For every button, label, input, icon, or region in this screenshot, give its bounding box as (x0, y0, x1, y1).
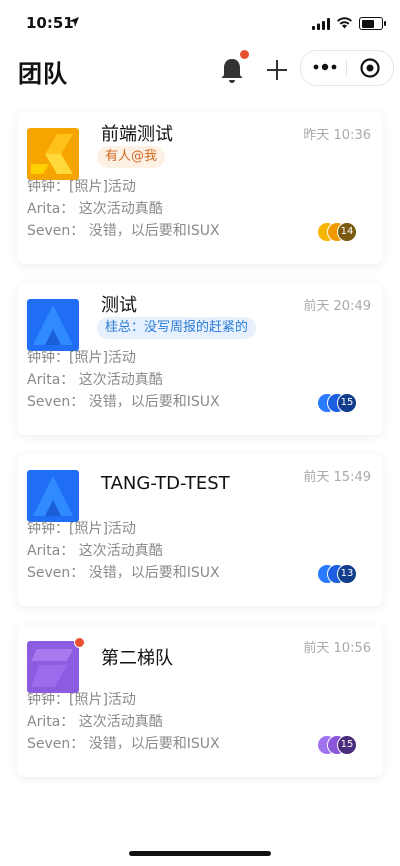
team-logo-graphic (27, 299, 79, 351)
message-line: Arita： 这次活动真酷 (27, 714, 163, 730)
team-logo-graphic (27, 128, 79, 180)
wifi-icon (337, 17, 352, 29)
message-line: Seven： 没错，以后要和ISUX (27, 223, 220, 239)
message-line: Arita： 这次活动真酷 (27, 372, 163, 388)
battery-icon (359, 17, 386, 30)
team-card[interactable]: 前端测试 昨天 10:36 有人@我 钟钟：[照片]活动 Arita： 这次活动… (17, 112, 383, 264)
more-icon[interactable] (313, 61, 337, 73)
member-avatars: 14 (317, 222, 361, 242)
close-target-icon[interactable] (359, 57, 381, 79)
team-card[interactable]: 测试 前天 20:49 桂总：没写周报的赶紧的 钟钟：[照片]活动 Arita：… (17, 283, 383, 435)
member-count-badge: 15 (337, 735, 357, 755)
member-avatars: 15 (317, 735, 361, 755)
team-name: 测试 (101, 295, 137, 316)
team-logo (27, 299, 79, 351)
message-line: 钟钟：[照片]活动 (27, 350, 136, 366)
member-avatars: 15 (317, 393, 361, 413)
team-card[interactable]: 第二梯队 前天 10:56 钟钟：[照片]活动 Arita： 这次活动真酷 Se… (17, 625, 383, 777)
bell-icon[interactable] (219, 56, 245, 84)
add-icon[interactable] (265, 58, 289, 82)
mention-badge: 桂总：没写周报的赶紧的 (97, 317, 257, 339)
status-time: 10:51 (26, 14, 74, 32)
team-time: 前天 20:49 (303, 299, 371, 314)
message-line: Seven： 没错，以后要和ISUX (27, 394, 220, 410)
notification-dot (240, 50, 249, 59)
member-count-badge: 14 (337, 222, 357, 242)
message-line: Seven： 没错，以后要和ISUX (27, 565, 220, 581)
home-indicator[interactable] (129, 851, 271, 856)
mini-program-capsule (300, 50, 394, 86)
message-line: Seven： 没错，以后要和ISUX (27, 736, 220, 752)
signal-icon (312, 18, 330, 30)
unread-dot (74, 637, 85, 648)
page-title: 团队 (18, 60, 68, 88)
status-bar: 10:51 (0, 0, 400, 46)
team-name: TANG-TD-TEST (101, 473, 230, 494)
app-header: 团队 (0, 46, 400, 96)
message-line: 钟钟：[照片]活动 (27, 692, 136, 708)
team-card[interactable]: TANG-TD-TEST 前天 15:49 钟钟：[照片]活动 Arita： 这… (17, 454, 383, 606)
message-line: Arita： 这次活动真酷 (27, 201, 163, 217)
team-time: 前天 15:49 (303, 470, 371, 485)
team-logo (27, 641, 79, 693)
team-name: 前端测试 (101, 124, 173, 145)
team-logo (27, 128, 79, 180)
member-count-badge: 15 (337, 393, 357, 413)
team-logo-graphic (27, 641, 79, 693)
mention-badge: 有人@我 (97, 146, 166, 168)
team-logo-graphic (27, 470, 79, 522)
team-name: 第二梯队 (101, 648, 173, 669)
capsule-divider (346, 59, 347, 77)
location-arrow-icon (69, 17, 79, 27)
team-logo (27, 470, 79, 522)
member-avatars: 13 (317, 564, 361, 584)
member-count-badge: 13 (337, 564, 357, 584)
message-line: 钟钟：[照片]活动 (27, 521, 136, 537)
team-time: 前天 10:56 (303, 641, 371, 656)
message-line: Arita： 这次活动真酷 (27, 543, 163, 559)
team-time: 昨天 10:36 (303, 128, 371, 143)
message-line: 钟钟：[照片]活动 (27, 179, 136, 195)
